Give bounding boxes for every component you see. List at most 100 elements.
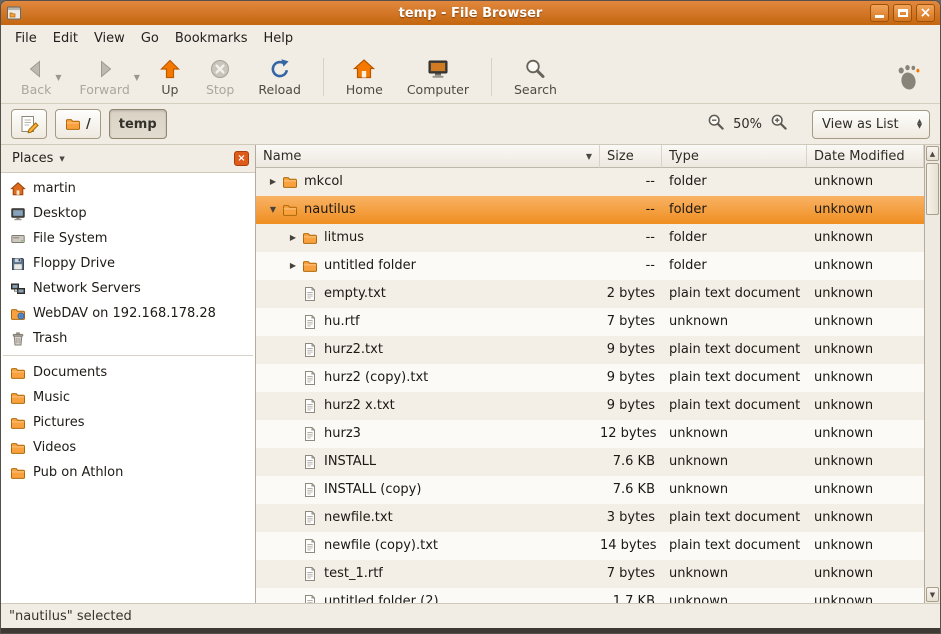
vertical-scrollbar[interactable]: ▲ ▼ — [924, 145, 940, 603]
file-name: hurz2 x.txt — [324, 392, 395, 420]
toolbar-button-label: Back — [21, 82, 51, 97]
search-button[interactable]: Search — [506, 54, 565, 100]
menu-view[interactable]: View — [86, 27, 133, 50]
minimize-button[interactable] — [870, 4, 889, 22]
edit-location-button[interactable] — [11, 109, 47, 139]
reload-button[interactable]: Reload — [250, 54, 309, 100]
sidebar-item-pub-on-athlon[interactable]: Pub on Athlon — [1, 460, 255, 485]
sidebar-item-desktop[interactable]: Desktop — [1, 201, 255, 226]
expand-arrow-icon[interactable]: ▶ — [284, 252, 302, 280]
stop-button[interactable]: Stop — [198, 54, 242, 100]
sidebar-item-floppy-drive[interactable]: Floppy Drive — [1, 251, 255, 276]
sidebar-item-martin[interactable]: martin — [1, 176, 255, 201]
file-name-cell: hurz2.txt — [256, 336, 600, 364]
scrollbar-trough[interactable] — [926, 162, 939, 586]
titlebar[interactable]: temp - File Browser × — [1, 1, 940, 25]
expand-arrow-icon[interactable]: ▶ — [284, 224, 302, 252]
file-row-nautilus[interactable]: ▼nautilus--folderunknown — [256, 196, 924, 224]
file-type-cell: plain text document — [662, 504, 807, 532]
view-as-combo[interactable]: View as List ▲▼ — [812, 110, 930, 139]
file-name-cell: ▼nautilus — [256, 196, 600, 224]
file-size-cell: -- — [600, 252, 662, 280]
collapse-arrow-icon[interactable]: ▼ — [264, 196, 282, 224]
scrollbar-thumb[interactable] — [926, 163, 939, 215]
path-button-temp[interactable]: temp — [109, 109, 167, 139]
file-row-hurz2-copy-txt[interactable]: hurz2 (copy).txt9 bytesplain text docume… — [256, 364, 924, 392]
zoom-level: 50% — [733, 117, 762, 132]
sidebar-item-network-servers[interactable]: Network Servers — [1, 276, 255, 301]
forward-button[interactable]: Forward — [72, 54, 138, 100]
file-browser-window: temp - File Browser × FileEditViewGoBook… — [0, 0, 941, 634]
file-row-install[interactable]: INSTALL7.6 KBunknownunknown — [256, 448, 924, 476]
back-button[interactable]: Back — [13, 54, 59, 100]
sidebar-item-documents[interactable]: Documents — [1, 360, 255, 385]
home-button[interactable]: Home — [338, 54, 391, 100]
places-list: martinDesktopFile SystemFloppy DriveNetw… — [1, 173, 255, 603]
menu-file[interactable]: File — [7, 27, 45, 50]
zoom-out-button[interactable] — [707, 113, 725, 135]
text-file-icon — [302, 342, 318, 358]
up-button[interactable]: Up — [150, 54, 190, 100]
folder-icon — [302, 230, 318, 246]
column-header-size[interactable]: Size — [600, 145, 662, 168]
file-row-hurz2-txt[interactable]: hurz2.txt9 bytesplain text documentunkno… — [256, 336, 924, 364]
file-row-hurz3[interactable]: hurz312 bytesunknownunknown — [256, 420, 924, 448]
back-history-dropdown[interactable]: ▼ — [55, 73, 61, 82]
file-row-newfile-txt[interactable]: newfile.txt3 bytesplain text documentunk… — [256, 504, 924, 532]
sidebar-item-pictures[interactable]: Pictures — [1, 410, 255, 435]
column-header-name[interactable]: Name▼ — [256, 145, 600, 168]
file-size-cell: 9 bytes — [600, 336, 662, 364]
menu-help[interactable]: Help — [255, 27, 301, 50]
sidebar-item-webdav-on-192-168-178-28[interactable]: WebDAV on 192.168.178.28 — [1, 301, 255, 326]
zoom-in-button[interactable] — [770, 113, 788, 135]
minimize-icon — [875, 15, 884, 18]
column-header-type[interactable]: Type — [662, 145, 807, 168]
file-name: untitled folder (2) — [324, 588, 439, 603]
path-bar: / temp — [55, 109, 167, 139]
expand-arrow-icon[interactable]: ▶ — [264, 168, 282, 196]
maximize-button[interactable] — [893, 4, 912, 22]
file-row-newfile-copy-txt[interactable]: newfile (copy).txt14 bytesplain text doc… — [256, 532, 924, 560]
forward-history-dropdown[interactable]: ▼ — [134, 73, 140, 82]
file-name-cell: empty.txt — [256, 280, 600, 308]
close-button[interactable]: × — [916, 4, 935, 22]
sidebar-item-file-system[interactable]: File System — [1, 226, 255, 251]
menu-go[interactable]: Go — [133, 27, 167, 50]
file-row-test-1-rtf[interactable]: test_1.rtf7 bytesunknownunknown — [256, 560, 924, 588]
column-header-date-modified[interactable]: Date Modified — [807, 145, 924, 168]
menu-edit[interactable]: Edit — [45, 27, 86, 50]
file-row-untitled-folder[interactable]: ▶untitled folder--folderunknown — [256, 252, 924, 280]
sidebar-item-videos[interactable]: Videos — [1, 435, 255, 460]
file-row-empty-txt[interactable]: empty.txt2 bytesplain text documentunkno… — [256, 280, 924, 308]
file-row-hu-rtf[interactable]: hu.rtf7 bytesunknownunknown — [256, 308, 924, 336]
desktop-icon — [10, 206, 26, 222]
sidebar-item-trash[interactable]: Trash — [1, 326, 255, 351]
file-date-cell: unknown — [807, 196, 924, 224]
user-home-icon — [10, 181, 26, 197]
file-row-install-copy[interactable]: INSTALL (copy)7.6 KBunknownunknown — [256, 476, 924, 504]
menu-bookmarks[interactable]: Bookmarks — [167, 27, 256, 50]
file-name-cell: INSTALL (copy) — [256, 476, 600, 504]
file-name-cell: test_1.rtf — [256, 560, 600, 588]
reload-icon — [268, 57, 292, 81]
file-row-litmus[interactable]: ▶litmus--folderunknown — [256, 224, 924, 252]
path-button-[interactable]: / — [55, 109, 101, 139]
file-name: test_1.rtf — [324, 560, 383, 588]
scroll-down-button[interactable]: ▼ — [926, 587, 939, 602]
scroll-up-button[interactable]: ▲ — [926, 146, 939, 161]
places-selector[interactable]: Places ▼ — [7, 148, 70, 169]
sidebar-item-music[interactable]: Music — [1, 385, 255, 410]
file-name: INSTALL (copy) — [324, 476, 421, 504]
file-row-mkcol[interactable]: ▶mkcol--folderunknown — [256, 168, 924, 196]
file-row-untitled-folder-2[interactable]: untitled folder (2)1.7 KBunknownunknown — [256, 588, 924, 603]
search-icon — [523, 57, 547, 81]
file-size-cell: 12 bytes — [600, 420, 662, 448]
computer-button[interactable]: Computer — [399, 54, 477, 100]
sidebar-close-button[interactable]: × — [234, 151, 249, 166]
column-header-label: Name — [263, 149, 301, 164]
sidebar-item-label: Pub on Athlon — [33, 465, 123, 480]
file-name-cell: ▶untitled folder — [256, 252, 600, 280]
file-row-hurz2-x-txt[interactable]: hurz2 x.txt9 bytesplain text documentunk… — [256, 392, 924, 420]
edit-location-icon — [19, 114, 39, 134]
file-date-cell: unknown — [807, 532, 924, 560]
